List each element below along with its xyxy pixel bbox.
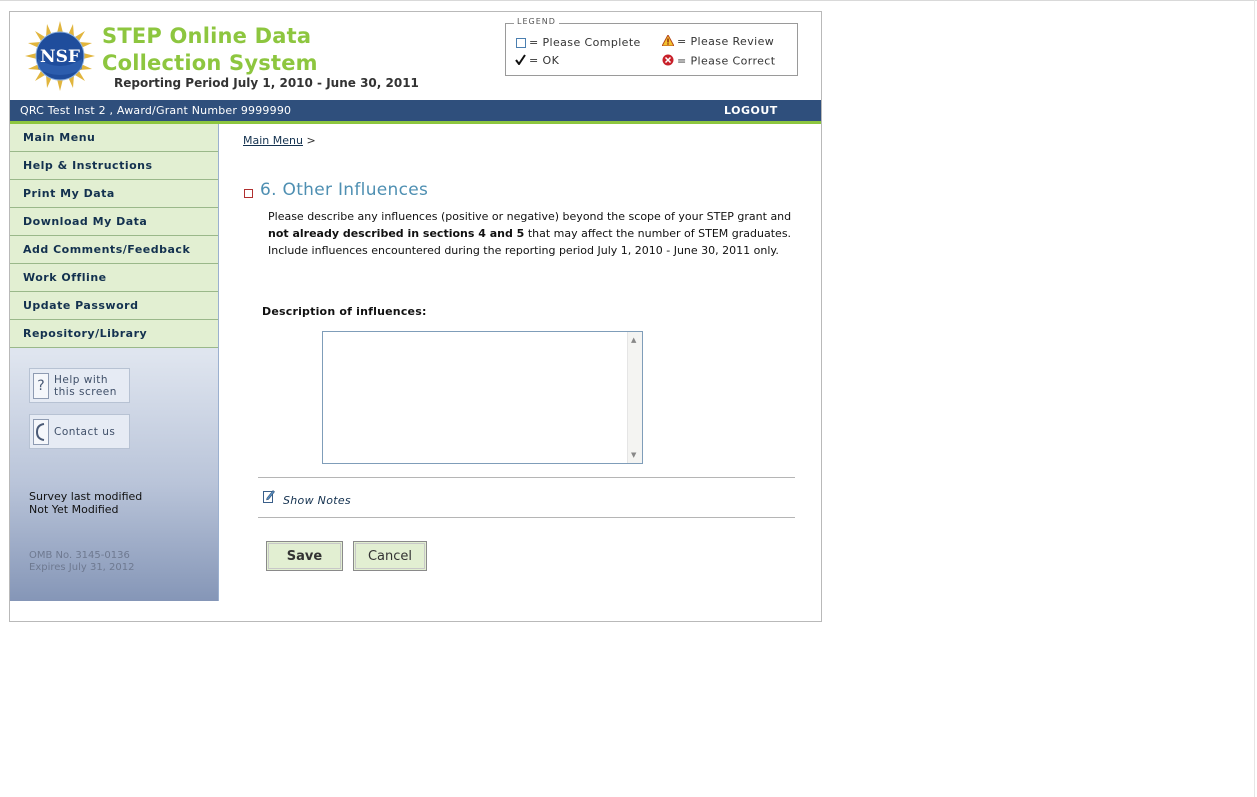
contact-us-button[interactable]: Contact us: [29, 414, 130, 449]
warning-icon: [661, 33, 675, 49]
legend-item-please-complete: = Please Complete: [516, 36, 641, 49]
sidebar-item-main-menu[interactable]: Main Menu: [10, 124, 218, 152]
omb-expires: Expires July 31, 2012: [29, 562, 135, 573]
textarea-scrollbar[interactable]: ▲ ▼: [627, 332, 642, 463]
checkmark-icon: [515, 54, 526, 68]
breadcrumb-main-menu[interactable]: Main Menu: [243, 134, 303, 147]
sidebar-item-update-password[interactable]: Update Password: [10, 292, 218, 320]
influences-textarea[interactable]: [322, 331, 643, 464]
sidebar-item-work-offline[interactable]: Work Offline: [10, 264, 218, 292]
legend-item-please-review: = Please Review: [661, 33, 774, 49]
page-frame: NSF STEP Online Data Collection System R…: [9, 11, 822, 622]
help-with-screen-button[interactable]: ? Help with this screen: [29, 368, 130, 403]
sidebar-item-help-instructions[interactable]: Help & Instructions: [10, 152, 218, 180]
notes-divider-top: [258, 477, 795, 478]
nsf-logo: NSF: [25, 21, 95, 91]
omb-number: OMB No. 3145-0136: [29, 550, 130, 561]
account-bar: QRC Test Inst 2 , Award/Grant Number 999…: [10, 100, 821, 121]
legend: LEGEND = Please Complete = Please Review…: [505, 17, 798, 76]
help-button-line1: Help with: [54, 374, 109, 386]
sidebar-item-download-my-data[interactable]: Download My Data: [10, 208, 218, 236]
section-description: Please describe any influences (positive…: [268, 210, 792, 257]
phone-icon: [33, 419, 49, 445]
sidebar: Main Menu Help & Instructions Print My D…: [10, 124, 219, 601]
omb-info: OMB No. 3145-0136 Expires July 31, 2012: [29, 550, 135, 574]
modified-value: Not Yet Modified: [29, 503, 119, 516]
survey-modified-info: Survey last modified Not Yet Modified: [29, 490, 142, 516]
sidebar-nav: Main Menu Help & Instructions Print My D…: [10, 124, 218, 348]
modified-label: Survey last modified: [29, 490, 143, 503]
help-icon: ?: [33, 373, 49, 399]
logo-text: NSF: [40, 47, 80, 67]
breadcrumb: Main Menu >: [243, 134, 316, 147]
help-button-line2: this screen: [54, 386, 117, 398]
legend-item-ok: = OK: [515, 54, 559, 68]
institution-award: QRC Test Inst 2 , Award/Grant Number 999…: [20, 104, 292, 117]
sidebar-item-add-comments-feedback[interactable]: Add Comments/Feedback: [10, 236, 218, 264]
description-emphasis: not already described in sections 4 and …: [268, 227, 525, 240]
page-title: STEP Online Data Collection System: [102, 24, 318, 75]
notes-divider-bottom: [258, 517, 795, 518]
sidebar-item-repository-library[interactable]: Repository/Library: [10, 320, 218, 348]
empty-square-icon: [516, 38, 526, 48]
contact-button-label: Contact us: [54, 426, 116, 438]
legend-item-please-correct: = Please Correct: [662, 54, 775, 69]
show-notes-link[interactable]: Show Notes: [283, 494, 351, 507]
influences-field-label: Description of influences:: [262, 305, 427, 318]
top-border: [0, 0, 1257, 1]
legend-title: LEGEND: [514, 17, 559, 26]
right-border: [1254, 0, 1255, 797]
save-button[interactable]: Save: [266, 541, 343, 571]
error-icon: [662, 54, 674, 69]
logout-link[interactable]: LOGOUT: [724, 104, 778, 117]
reporting-period: Reporting Period July 1, 2010 - June 30,…: [114, 76, 419, 90]
notes-pencil-icon[interactable]: [263, 488, 275, 503]
scroll-down-arrow-icon[interactable]: ▼: [631, 451, 636, 459]
breadcrumb-separator: >: [306, 134, 316, 147]
status-please-complete-icon: [244, 189, 253, 198]
section-title: 6. Other Influences: [260, 180, 429, 200]
cancel-button[interactable]: Cancel: [353, 541, 427, 571]
sidebar-item-print-my-data[interactable]: Print My Data: [10, 180, 218, 208]
scroll-up-arrow-icon[interactable]: ▲: [631, 336, 636, 344]
